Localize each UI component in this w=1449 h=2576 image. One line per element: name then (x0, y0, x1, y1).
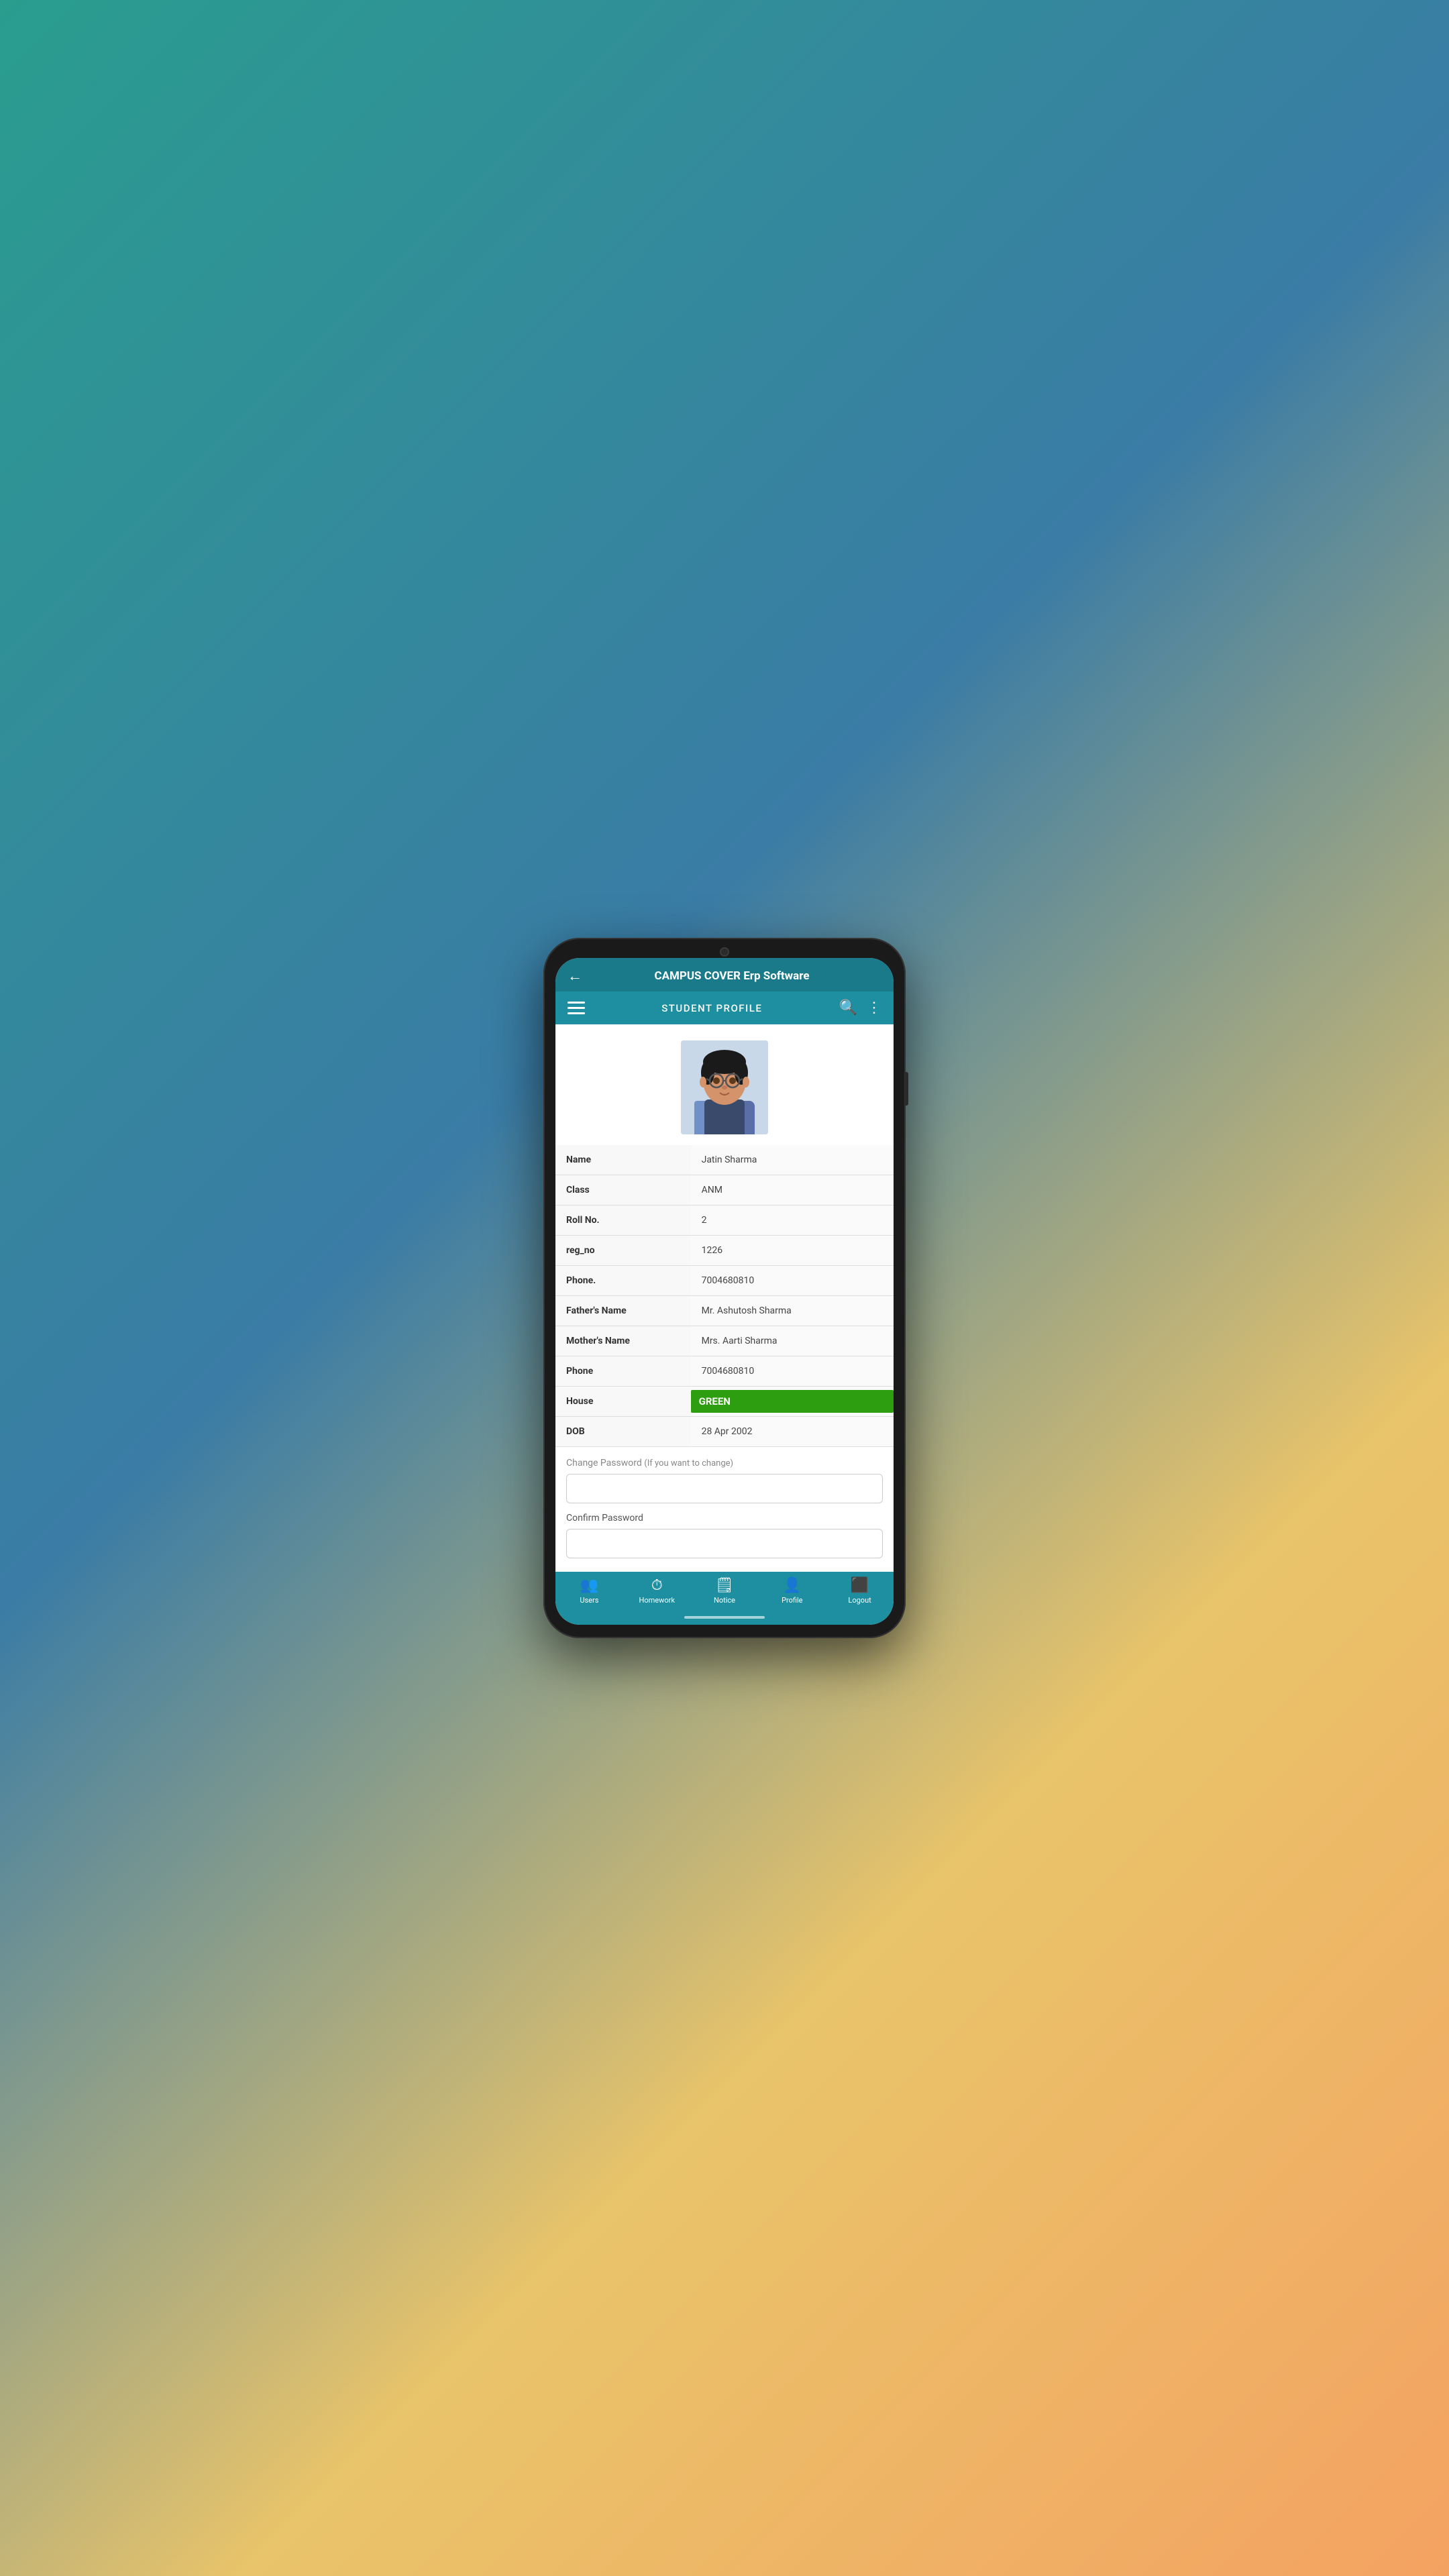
phone-shell: ← CAMPUS COVER Erp Software STUDENT PROF… (543, 938, 906, 1638)
confirm-password-label: Confirm Password (566, 1513, 883, 1523)
phone2-label: Phone (555, 1356, 691, 1387)
class-label: Class (555, 1175, 691, 1205)
table-row: Roll No. 2 (555, 1205, 894, 1236)
profile-icon: 👤 (783, 1578, 801, 1593)
header-icons: 🔍 ⋮ (839, 1000, 881, 1016)
nav-label-users: Users (580, 1596, 598, 1605)
nav-item-profile[interactable]: 👤 Profile (758, 1572, 826, 1610)
table-row: Name Jatin Sharma (555, 1145, 894, 1175)
father-label: Father's Name (555, 1296, 691, 1326)
house-text: GREEN (699, 1395, 731, 1407)
dob-label: DOB (555, 1417, 691, 1447)
reg-value: 1226 (691, 1236, 894, 1266)
app-title: CAMPUS COVER Erp Software (582, 969, 881, 983)
phone-value: 7004680810 (691, 1266, 894, 1296)
homework-icon: ⏱ (651, 1578, 663, 1593)
table-row: Phone 7004680810 (555, 1356, 894, 1387)
name-value: Jatin Sharma (691, 1145, 894, 1175)
mother-value: Mrs. Aarti Sharma (691, 1326, 894, 1356)
class-value: ANM (691, 1175, 894, 1205)
logout-icon: ⬛ (851, 1578, 869, 1593)
table-row: Class ANM (555, 1175, 894, 1205)
name-label: Name (555, 1145, 691, 1175)
notice-icon: 🗒 (715, 1578, 734, 1593)
table-row: reg_no 1226 (555, 1236, 894, 1266)
home-indicator (555, 1610, 894, 1625)
back-button[interactable]: ← (568, 967, 582, 985)
mother-label: Mother's Name (555, 1326, 691, 1356)
roll-label: Roll No. (555, 1205, 691, 1236)
nav-label-homework: Homework (639, 1596, 674, 1605)
bottom-nav: 👥 Users ⏱ Homework 🗒 Notice 👤 Profile ⬛ … (555, 1572, 894, 1610)
more-options-icon[interactable]: ⋮ (867, 1000, 881, 1016)
nav-item-notice[interactable]: 🗒 Notice (691, 1572, 759, 1610)
top-bar: ← CAMPUS COVER Erp Software (555, 958, 894, 991)
side-button (905, 1072, 908, 1106)
content-area: Name Jatin Sharma Class ANM Roll No. 2 r… (555, 1024, 894, 1572)
phone-label: Phone. (555, 1266, 691, 1296)
phone2-value: 7004680810 (691, 1356, 894, 1387)
roll-value: 2 (691, 1205, 894, 1236)
sub-header: STUDENT PROFILE 🔍 ⋮ (555, 991, 894, 1024)
hamburger-menu[interactable] (568, 1002, 585, 1014)
student-avatar (681, 1040, 768, 1134)
change-password-input[interactable] (566, 1474, 883, 1503)
father-value: Mr. Ashutosh Sharma (691, 1296, 894, 1326)
confirm-password-input[interactable] (566, 1529, 883, 1558)
nav-label-profile: Profile (782, 1596, 802, 1605)
phone-camera (720, 947, 729, 957)
table-row: Phone. 7004680810 (555, 1266, 894, 1296)
house-label: House (555, 1387, 691, 1417)
table-row: DOB 28 Apr 2002 (555, 1417, 894, 1447)
profile-table: Name Jatin Sharma Class ANM Roll No. 2 r… (555, 1145, 894, 1447)
change-password-label: Change Password (If you want to change) (566, 1458, 883, 1468)
nav-label-logout: Logout (848, 1596, 871, 1605)
nav-item-homework[interactable]: ⏱ Homework (623, 1572, 691, 1610)
table-row: House GREEN (555, 1387, 894, 1417)
nav-label-notice: Notice (714, 1596, 735, 1605)
nav-item-users[interactable]: 👥 Users (555, 1572, 623, 1610)
password-section: Change Password (If you want to change) … (555, 1447, 894, 1558)
avatar-section (555, 1024, 894, 1145)
search-icon[interactable]: 🔍 (839, 1000, 857, 1016)
table-row: Mother's Name Mrs. Aarti Sharma (555, 1326, 894, 1356)
house-value: GREEN (691, 1387, 894, 1417)
nav-item-logout[interactable]: ⬛ Logout (826, 1572, 894, 1610)
phone-screen: ← CAMPUS COVER Erp Software STUDENT PROF… (555, 958, 894, 1625)
page-title: STUDENT PROFILE (585, 1002, 839, 1014)
users-icon: 👥 (580, 1578, 598, 1593)
reg-label: reg_no (555, 1236, 691, 1266)
home-bar (684, 1616, 765, 1619)
dob-value: 28 Apr 2002 (691, 1417, 894, 1447)
table-row: Father's Name Mr. Ashutosh Sharma (555, 1296, 894, 1326)
